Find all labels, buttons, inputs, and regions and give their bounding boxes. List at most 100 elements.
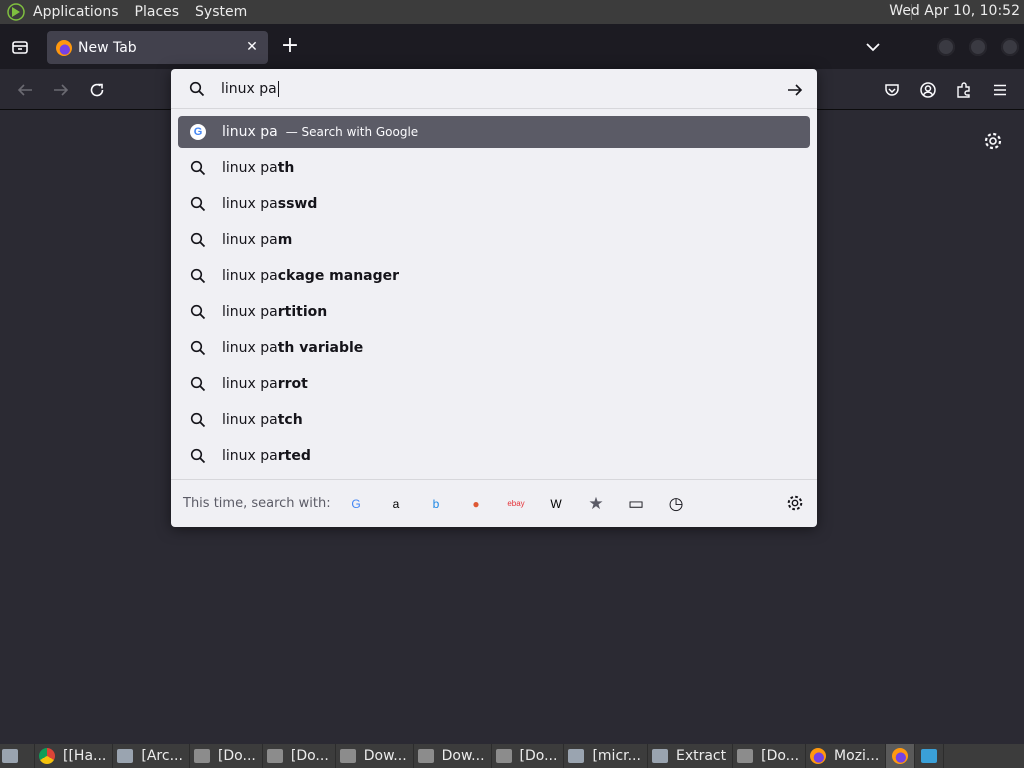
suggestion-row[interactable]: linux pa ckage manager bbox=[178, 260, 810, 292]
taskbar-item-label: Mozi... bbox=[834, 748, 880, 764]
search-icon bbox=[189, 81, 205, 97]
places-menu[interactable]: Places bbox=[130, 4, 185, 20]
distro-logo-icon[interactable] bbox=[4, 0, 28, 24]
suggestion-typed: linux pa bbox=[222, 304, 278, 320]
firefox-icon bbox=[892, 748, 909, 764]
forward-button[interactable] bbox=[50, 79, 72, 101]
taskbar-item[interactable]: [Do... bbox=[492, 744, 565, 768]
suggestion-typed: linux pa bbox=[222, 268, 278, 284]
urlbar-input-text: linux pa bbox=[221, 81, 277, 97]
suggestion-completion: rted bbox=[277, 448, 311, 464]
new-tab-button[interactable]: + bbox=[280, 35, 300, 57]
suggestion-row[interactable]: linux pa tch bbox=[178, 404, 810, 436]
amazon-icon[interactable]: a bbox=[385, 493, 407, 515]
history-icon[interactable]: ◷ bbox=[665, 493, 687, 515]
screen-launcher[interactable] bbox=[915, 744, 945, 768]
taskbar-item[interactable]: Dow... bbox=[414, 744, 492, 768]
clock[interactable]: Wed Apr 10, 10:52 bbox=[889, 3, 1020, 19]
suggestion-completion: th variable bbox=[277, 340, 364, 356]
search-icon bbox=[190, 196, 206, 212]
urlbar-input[interactable]: linux pa bbox=[221, 76, 761, 102]
folder-icon bbox=[495, 749, 512, 763]
taskbar-item-label: [Do... bbox=[290, 748, 329, 764]
taskbar-item-label: [Do... bbox=[519, 748, 558, 764]
taskbar-item[interactable]: [Do... bbox=[733, 744, 807, 768]
minimize-button[interactable] bbox=[937, 38, 955, 56]
go-arrow-icon[interactable] bbox=[786, 81, 804, 99]
google-icon[interactable]: G bbox=[345, 493, 367, 515]
chevron-down-icon[interactable] bbox=[864, 38, 882, 56]
pocket-icon bbox=[885, 84, 899, 96]
firefox-launcher[interactable] bbox=[886, 744, 916, 768]
close-window-button[interactable] bbox=[1001, 38, 1019, 56]
taskbar-item[interactable]: [Arc... bbox=[113, 744, 190, 768]
back-arrow-icon bbox=[17, 84, 32, 96]
tab-new-tab[interactable]: New Tab ✕ bbox=[47, 31, 268, 64]
taskbar-item[interactable]: [micr... bbox=[564, 744, 648, 768]
taskbar-item-label: Dow... bbox=[363, 748, 407, 764]
taskbar-item[interactable]: [[Ha... bbox=[35, 744, 114, 768]
bookmarks-icon[interactable]: ★ bbox=[585, 493, 607, 515]
suggestion-row[interactable]: linux pa rted bbox=[178, 440, 810, 472]
window-icon bbox=[651, 749, 668, 763]
page-settings-gear-icon[interactable] bbox=[983, 131, 1003, 151]
folder-icon bbox=[737, 749, 754, 763]
duckduckgo-icon[interactable]: ● bbox=[465, 493, 487, 515]
account-icon bbox=[920, 82, 936, 98]
suggestion-row[interactable]: linux pa rtition bbox=[178, 296, 810, 328]
system-menu[interactable]: System bbox=[190, 4, 252, 20]
search-icon bbox=[190, 448, 206, 464]
suggestion-completion: tch bbox=[277, 412, 303, 428]
taskbar-item[interactable]: [Do... bbox=[190, 744, 263, 768]
wikipedia-icon[interactable]: W bbox=[545, 493, 567, 515]
search-icon bbox=[190, 268, 206, 284]
show-desktop-button[interactable] bbox=[0, 744, 35, 768]
hamburger-icon bbox=[994, 84, 1006, 96]
suggestion-typed: linux pa bbox=[222, 376, 278, 392]
taskbar-item[interactable]: Dow... bbox=[336, 744, 414, 768]
search-icon bbox=[190, 340, 206, 356]
window-icon bbox=[568, 749, 585, 763]
one-off-search-bar: This time, search with: Ga b ● ebay W ★ ▭ ◷ bbox=[171, 479, 817, 527]
folder-icon bbox=[339, 749, 356, 763]
suggestion-row[interactable]: linux pa m bbox=[178, 224, 810, 256]
forward-arrow-icon bbox=[54, 84, 69, 96]
folder-icon bbox=[417, 749, 434, 763]
back-button[interactable] bbox=[14, 79, 36, 101]
taskbar-item-label: Dow... bbox=[441, 748, 485, 764]
suggestion-completion: ckage manager bbox=[277, 268, 400, 284]
search-settings-gear-icon[interactable] bbox=[786, 494, 804, 512]
firefox-view-icon[interactable] bbox=[10, 37, 30, 57]
task-list: [[Ha... [Arc... [Do... [Do... Dow... Dow... [D… bbox=[35, 744, 887, 768]
ebay-icon[interactable]: ebay bbox=[505, 493, 527, 515]
suggestion-completion: th bbox=[277, 160, 295, 176]
suggestion-typed: linux pa bbox=[222, 232, 278, 248]
suggestion-row[interactable]: linux pa th bbox=[178, 152, 810, 184]
reload-button[interactable] bbox=[86, 79, 108, 101]
taskbar-item[interactable]: Extract bbox=[648, 744, 734, 768]
suggestion-completion: rtition bbox=[277, 304, 328, 320]
extensions-button[interactable] bbox=[953, 79, 975, 101]
suggestion-row[interactable]: linux pa sswd bbox=[178, 188, 810, 220]
app-menu-button[interactable] bbox=[989, 79, 1011, 101]
pocket-button[interactable] bbox=[881, 79, 903, 101]
applications-menu[interactable]: Applications bbox=[28, 4, 124, 20]
bing-icon[interactable]: b bbox=[425, 493, 447, 515]
result-search-with-google[interactable]: G linux pa — Search with Google bbox=[178, 116, 810, 148]
suggestion-row[interactable]: linux pa th variable bbox=[178, 332, 810, 364]
urlbar-dropdown: linux pa G linux pa — Search with Google… bbox=[171, 69, 817, 527]
tabs-icon[interactable]: ▭ bbox=[625, 493, 647, 515]
result-query: linux pa bbox=[222, 124, 278, 140]
urlbar-input-row: linux pa bbox=[171, 69, 817, 109]
taskbar-item[interactable]: Mozi... bbox=[806, 744, 887, 768]
suggestion-completion: rrot bbox=[277, 376, 308, 392]
firefox-icon bbox=[810, 748, 827, 764]
folder-icon bbox=[266, 749, 283, 763]
suggestion-row[interactable]: linux pa rrot bbox=[178, 368, 810, 400]
desktop-icon bbox=[2, 749, 18, 763]
text-caret bbox=[277, 81, 279, 97]
taskbar-item[interactable]: [Do... bbox=[263, 744, 336, 768]
close-icon[interactable]: ✕ bbox=[244, 39, 260, 55]
account-button[interactable] bbox=[917, 79, 939, 101]
maximize-button[interactable] bbox=[969, 38, 987, 56]
